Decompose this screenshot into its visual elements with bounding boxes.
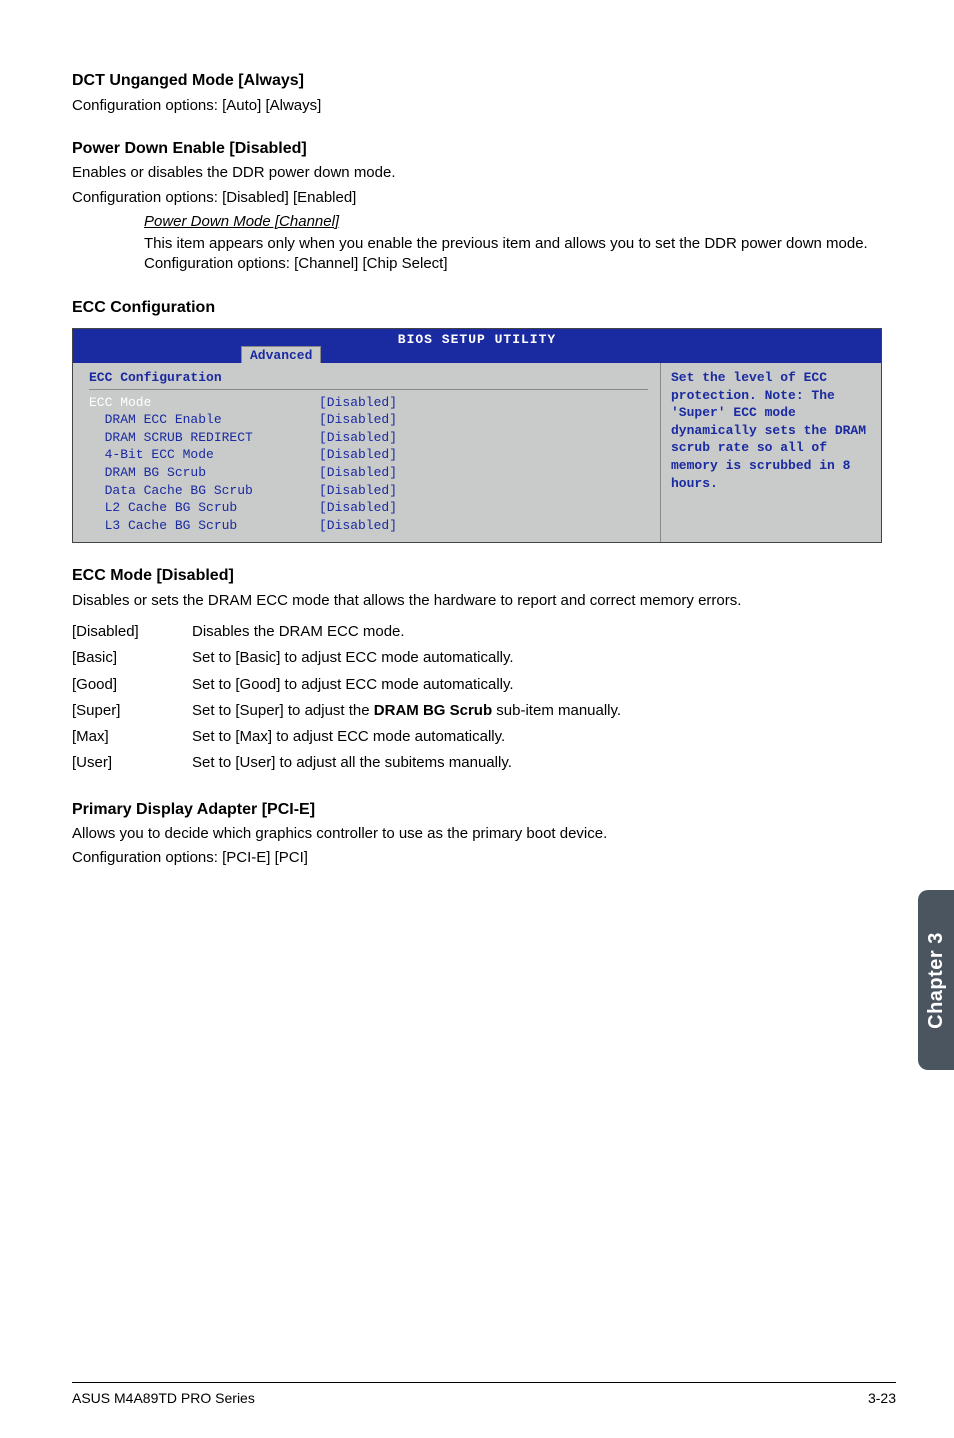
text-pda-1: Allows you to decide which graphics cont… <box>72 824 882 844</box>
heading-dct: DCT Unganged Mode [Always] <box>72 70 882 92</box>
bios-row-label: L3 Cache BG Scrub <box>89 517 319 535</box>
page-footer: ASUS M4A89TD PRO Series 3-23 <box>72 1382 896 1408</box>
bios-row: DRAM BG Scrub[Disabled] <box>89 464 648 482</box>
bios-row: DRAM SCRUB REDIRECT[Disabled] <box>89 429 648 447</box>
bios-divider <box>89 389 648 390</box>
heading-ecc-config: ECC Configuration <box>72 297 882 319</box>
bios-panel: BIOS SETUP UTILITY Advanced ECC Configur… <box>72 328 882 543</box>
heading-ecc-mode: ECC Mode [Disabled] <box>72 565 882 587</box>
option-key: [User] <box>72 750 192 776</box>
footer-right: 3-23 <box>868 1389 896 1408</box>
option-value: Set to [Max] to adjust ECC mode automati… <box>192 724 621 750</box>
option-key: [Basic] <box>72 645 192 671</box>
heading-power-down: Power Down Enable [Disabled] <box>72 138 882 160</box>
bios-row: L2 Cache BG Scrub[Disabled] <box>89 499 648 517</box>
text-pd-1: Enables or disables the DDR power down m… <box>72 163 882 183</box>
bios-row: Data Cache BG Scrub[Disabled] <box>89 482 648 500</box>
bios-left-pane: ECC Configuration ECC Mode[Disabled] DRA… <box>73 363 661 542</box>
option-value: Disables the DRAM ECC mode. <box>192 619 621 645</box>
bios-titlebar: BIOS SETUP UTILITY Advanced <box>73 329 881 363</box>
option-key: [Disabled] <box>72 619 192 645</box>
bios-tab-advanced[interactable]: Advanced <box>241 346 321 363</box>
table-row: [Super]Set to [Super] to adjust the DRAM… <box>72 698 621 724</box>
text-dct: Configuration options: [Auto] [Always] <box>72 96 882 116</box>
bios-row-value: [Disabled] <box>319 464 397 482</box>
chapter-side-label: Chapter 3 <box>923 932 950 1029</box>
bios-row[interactable]: ECC Mode[Disabled] <box>89 394 648 412</box>
subtext-pd-mode: This item appears only when you enable t… <box>144 235 868 272</box>
option-key: [Super] <box>72 698 192 724</box>
option-value: Set to [Super] to adjust the DRAM BG Scr… <box>192 698 621 724</box>
bios-row-value: [Disabled] <box>319 517 397 535</box>
table-row: [Basic]Set to [Basic] to adjust ECC mode… <box>72 645 621 671</box>
table-row: [Disabled]Disables the DRAM ECC mode. <box>72 619 621 645</box>
bios-row-label: DRAM SCRUB REDIRECT <box>89 429 319 447</box>
bios-left-heading: ECC Configuration <box>89 369 648 387</box>
bios-row-label: ECC Mode <box>89 394 319 412</box>
bios-row-label: 4-Bit ECC Mode <box>89 446 319 464</box>
bios-row-value: [Disabled] <box>319 499 397 517</box>
table-row: [User]Set to [User] to adjust all the su… <box>72 750 621 776</box>
option-value: Set to [Good] to adjust ECC mode automat… <box>192 672 621 698</box>
bios-row: L3 Cache BG Scrub[Disabled] <box>89 517 648 535</box>
ecc-options-table: [Disabled]Disables the DRAM ECC mode.[Ba… <box>72 619 621 777</box>
bios-row: DRAM ECC Enable[Disabled] <box>89 411 648 429</box>
text-pda-2: Configuration options: [PCI-E] [PCI] <box>72 848 882 868</box>
text-pd-2: Configuration options: [Disabled] [Enabl… <box>72 188 882 208</box>
bios-row-value: [Disabled] <box>319 446 397 464</box>
bios-row-label: Data Cache BG Scrub <box>89 482 319 500</box>
bios-title: BIOS SETUP UTILITY <box>73 331 881 349</box>
bios-help-pane: Set the level of ECC protection. Note: T… <box>661 363 881 542</box>
option-key: [Max] <box>72 724 192 750</box>
bios-row: 4-Bit ECC Mode[Disabled] <box>89 446 648 464</box>
table-row: [Max]Set to [Max] to adjust ECC mode aut… <box>72 724 621 750</box>
bios-row-value: [Disabled] <box>319 482 397 500</box>
chapter-side-tab: Chapter 3 <box>918 890 954 1070</box>
option-value: Set to [Basic] to adjust ECC mode automa… <box>192 645 621 671</box>
option-value: Set to [User] to adjust all the subitems… <box>192 750 621 776</box>
table-row: [Good]Set to [Good] to adjust ECC mode a… <box>72 672 621 698</box>
bios-row-label: DRAM BG Scrub <box>89 464 319 482</box>
footer-left: ASUS M4A89TD PRO Series <box>72 1389 255 1408</box>
bios-row-value: [Disabled] <box>319 429 397 447</box>
option-key: [Good] <box>72 672 192 698</box>
bios-row-label: DRAM ECC Enable <box>89 411 319 429</box>
text-ecc-mode: Disables or sets the DRAM ECC mode that … <box>72 591 882 611</box>
bios-row-value: [Disabled] <box>319 411 397 429</box>
bios-row-label: L2 Cache BG Scrub <box>89 499 319 517</box>
subheading-pd-mode: Power Down Mode [Channel] <box>144 212 882 232</box>
heading-primary-display: Primary Display Adapter [PCI-E] <box>72 799 882 821</box>
bios-row-value: [Disabled] <box>319 394 397 412</box>
